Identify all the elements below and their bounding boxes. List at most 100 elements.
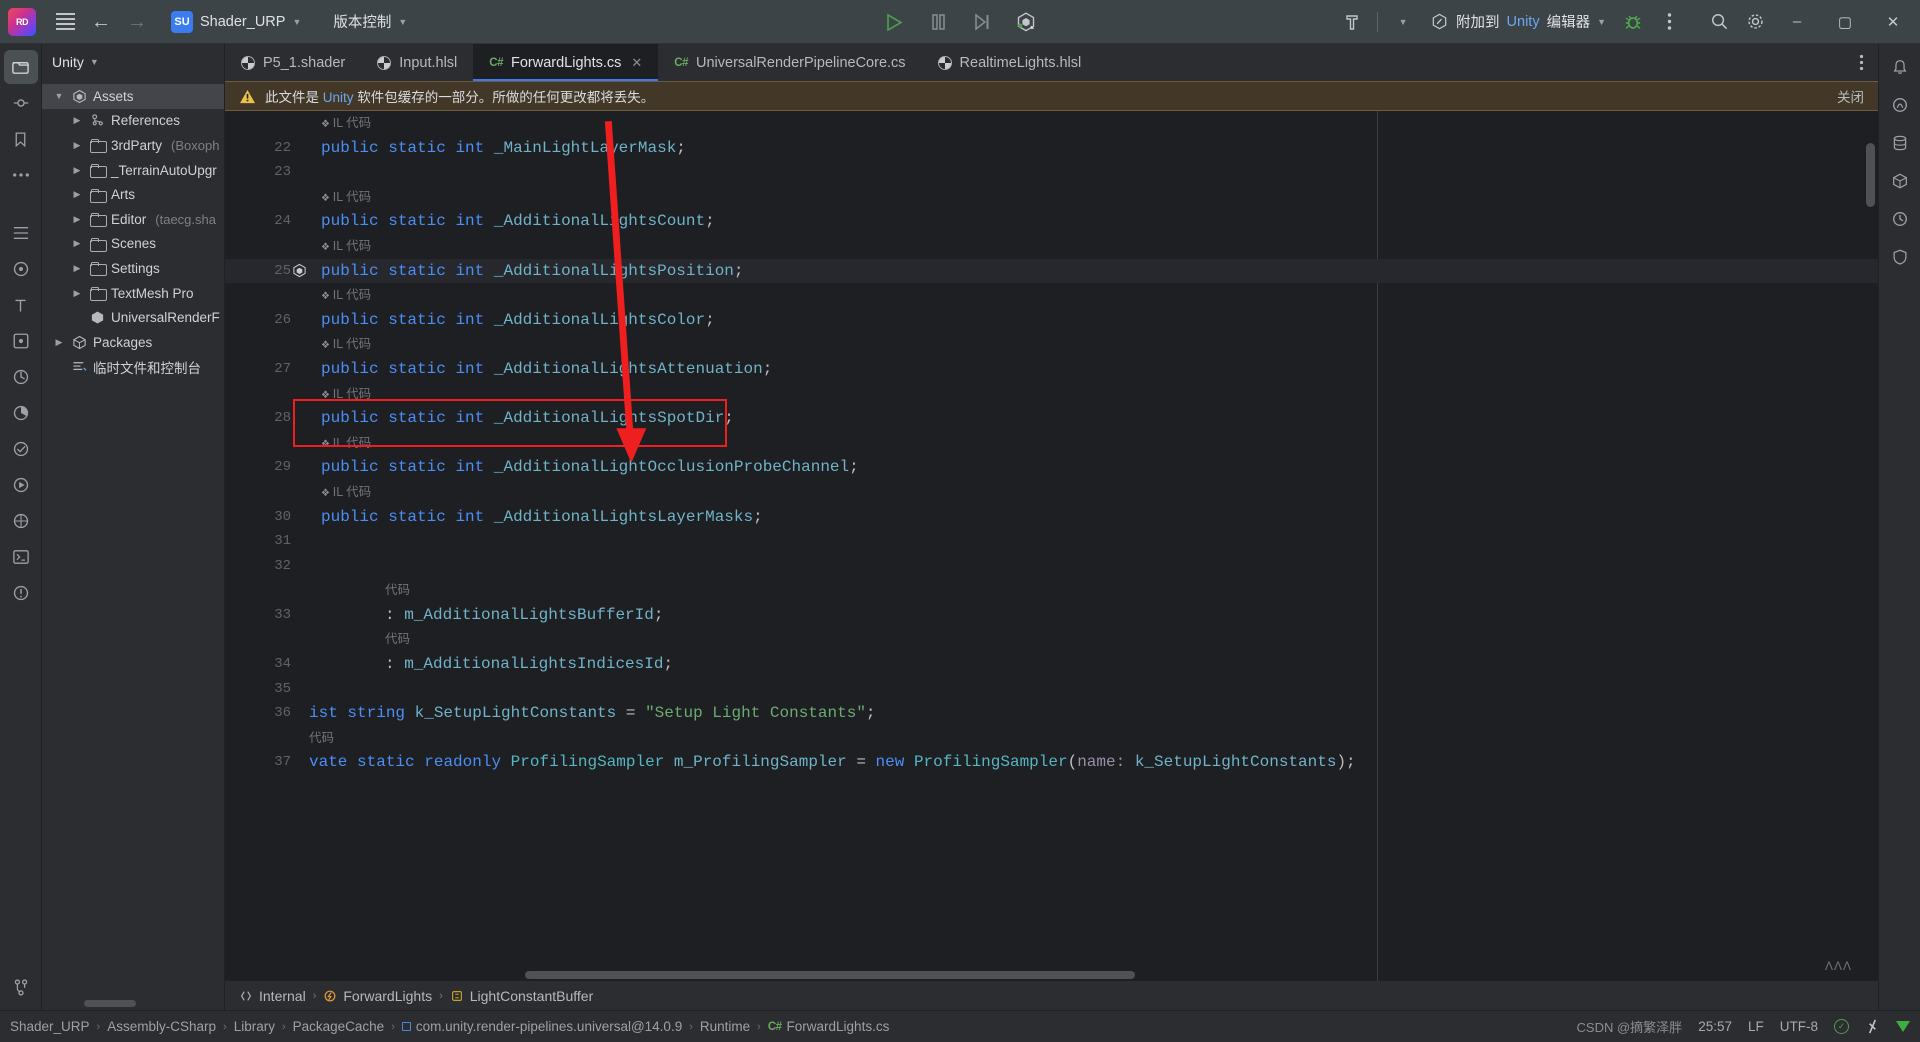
chevron-right-icon[interactable]: ▶ <box>52 337 66 348</box>
tree-item-editor[interactable]: ▶ Editor (taecg.sha <box>42 207 224 232</box>
project-folder-icon[interactable] <box>3 50 38 84</box>
run-tool-icon[interactable] <box>4 468 38 502</box>
notifications-bell-icon[interactable] <box>1883 50 1917 84</box>
banner-close-button[interactable]: 关闭 <box>1837 86 1864 106</box>
forward-arrow-icon[interactable]: → <box>120 5 154 39</box>
gutter-row[interactable]: 34 <box>225 652 307 677</box>
chevron-right-icon[interactable]: ▶ <box>70 165 84 176</box>
tree-item-assets[interactable]: ▼ Assets <box>42 84 224 109</box>
code-text[interactable]: public static int _AdditionalLightsSpotD… <box>307 406 1878 431</box>
code-text[interactable]: vate static readonly ProfilingSampler m_… <box>307 750 1878 775</box>
more-tools-icon[interactable] <box>4 158 38 192</box>
pause-icon[interactable] <box>923 7 953 37</box>
minimize-button[interactable]: – <box>1774 0 1820 44</box>
maximize-button[interactable]: ▢ <box>1822 0 1868 44</box>
inlay-hint-row[interactable]: 代码 <box>307 578 1878 603</box>
line-separator[interactable]: LF <box>1748 1019 1764 1034</box>
terminal-icon[interactable] <box>4 540 38 574</box>
inlay-hint[interactable]: ❖ IL 代码 <box>307 480 1878 507</box>
problems-icon[interactable] <box>4 576 38 610</box>
typography-icon[interactable] <box>4 288 38 322</box>
editor-tab-input-hlsl[interactable]: Input.hlsl <box>361 44 473 81</box>
project-selector[interactable]: SU Shader_URP ▼ <box>166 8 309 36</box>
code-row[interactable]: ist string k_SetupLightConstants = "Setu… <box>307 701 1878 726</box>
gutter-row[interactable] <box>225 185 307 210</box>
tree-item-terrainautoupgr[interactable]: ▶ _TerrainAutoUpgr <box>42 158 224 183</box>
inspections-ok-icon[interactable]: ✓ <box>1834 1019 1849 1034</box>
chevron-right-icon[interactable]: ▶ <box>70 288 84 299</box>
inlay-hint[interactable]: ❖ IL 代码 <box>307 111 1878 138</box>
gutter-row[interactable]: 29 <box>225 455 307 480</box>
chevron-right-icon[interactable]: ▶ <box>70 263 84 274</box>
inlay-hint-row[interactable]: ❖ IL 代码 <box>307 185 1878 210</box>
back-arrow-icon[interactable]: ← <box>84 5 118 39</box>
inlay-hint-row[interactable]: ❖ IL 代码 <box>307 111 1878 136</box>
caret-position[interactable]: 25:57 <box>1698 1019 1732 1034</box>
status-path-segment[interactable]: com.unity.render-pipelines.universal@14.… <box>401 1019 682 1034</box>
editor-tab-realtimelights-hlsl[interactable]: RealtimeLights.hlsl <box>922 44 1098 81</box>
inlay-hint-row[interactable]: 代码 <box>307 726 1878 751</box>
unity-package-icon[interactable] <box>1883 164 1917 198</box>
gutter-row[interactable] <box>225 726 307 751</box>
code-row[interactable]: public static int _AdditionalLightsPosit… <box>307 258 1878 284</box>
tree-item-arts[interactable]: ▶ Arts <box>42 182 224 207</box>
search-icon[interactable] <box>1702 5 1736 39</box>
code-row[interactable]: : m_AdditionalLightsIndicesId; <box>307 652 1878 677</box>
gutter-row[interactable] <box>225 431 307 456</box>
code-text[interactable]: public static int _AdditionalLightsPosit… <box>307 259 1878 284</box>
gutter-row[interactable]: 23 <box>225 160 307 185</box>
branch-icon[interactable] <box>1865 1018 1880 1035</box>
code-row[interactable]: public static int _AdditionalLightsAtten… <box>307 357 1878 382</box>
code-row[interactable]: vate static readonly ProfilingSampler m_… <box>307 750 1878 775</box>
inlay-hint-row[interactable]: ❖ IL 代码 <box>307 431 1878 456</box>
shield-icon[interactable] <box>1883 240 1917 274</box>
code-text[interactable]: ist string k_SetupLightConstants = "Setu… <box>307 701 1878 726</box>
code-row[interactable] <box>307 677 1878 702</box>
status-path-segment[interactable]: Library <box>234 1019 275 1034</box>
inlay-hint-row[interactable]: ❖ IL 代码 <box>307 332 1878 357</box>
inlay-hint-row[interactable]: ❖ IL 代码 <box>307 382 1878 407</box>
gutter-row[interactable] <box>225 480 307 505</box>
code-text[interactable]: : m_AdditionalLightsBufferId; <box>307 603 1878 628</box>
vcs-selector[interactable]: 版本控制 ▼ <box>325 8 415 35</box>
download-green-icon[interactable] <box>1896 1021 1910 1032</box>
history-icon[interactable] <box>1883 202 1917 236</box>
gutter-row[interactable]: 31 <box>225 529 307 554</box>
endpoints-icon[interactable] <box>4 360 38 394</box>
run-play-icon[interactable] <box>879 7 909 37</box>
inlay-hint[interactable]: 代码 <box>307 627 1878 654</box>
gutter-row[interactable]: 37 <box>225 750 307 775</box>
inlay-hint-row[interactable]: ❖ IL 代码 <box>307 480 1878 505</box>
tab-options-icon[interactable] <box>1845 44 1878 81</box>
inlay-hint[interactable]: ❖ IL 代码 <box>307 431 1878 458</box>
gutter-row[interactable]: 27 <box>225 357 307 382</box>
status-path-segment[interactable]: C# ForwardLights.cs <box>768 1019 890 1034</box>
tree-item-references[interactable]: ▶ References <box>42 109 224 134</box>
status-path-segment[interactable]: Runtime <box>700 1019 750 1034</box>
code-text[interactable]: public static int _AdditionalLightsLayer… <box>307 505 1878 530</box>
gutter-row[interactable]: 33 <box>225 603 307 628</box>
code-text[interactable]: public static int _AdditionalLightsColor… <box>307 308 1878 333</box>
chevron-right-icon[interactable]: ▶ <box>70 189 84 200</box>
inlay-hint[interactable]: ❖ IL 代码 <box>307 382 1878 409</box>
unity-gutter-icon[interactable] <box>292 263 307 278</box>
gutter-row[interactable]: 30 <box>225 505 307 530</box>
inlay-hint[interactable]: ❖ IL 代码 <box>307 185 1878 212</box>
editor-tab-forwardlights-cs[interactable]: C# ForwardLights.cs ✕ <box>473 44 659 81</box>
attach-to-unity-button[interactable]: 附加到 Unity 编辑器 ▼ <box>1422 7 1614 36</box>
gutter-row[interactable]: 26 <box>225 308 307 333</box>
gear-icon[interactable] <box>1738 5 1772 39</box>
inlay-hint[interactable]: ❖ IL 代码 <box>307 332 1878 359</box>
step-over-icon[interactable] <box>967 7 997 37</box>
chevron-right-icon[interactable]: ▶ <box>70 140 84 151</box>
gutter-row[interactable] <box>225 234 307 259</box>
breadcrumb-item[interactable]: Internal <box>239 988 306 1004</box>
todo-list-icon[interactable] <box>4 216 38 250</box>
gutter-row[interactable]: 28 <box>225 406 307 431</box>
code-text[interactable]: public static int _MainLightLayerMask; <box>307 136 1878 161</box>
code-text[interactable]: public static int _AdditionalLightsCount… <box>307 209 1878 234</box>
tool-window-horizontal-scrollbar[interactable] <box>84 1000 136 1007</box>
inlay-hint-row[interactable]: ❖ IL 代码 <box>307 283 1878 308</box>
status-path-segment[interactable]: Assembly-CSharp <box>107 1019 216 1034</box>
status-path-segment[interactable]: PackageCache <box>293 1019 385 1034</box>
